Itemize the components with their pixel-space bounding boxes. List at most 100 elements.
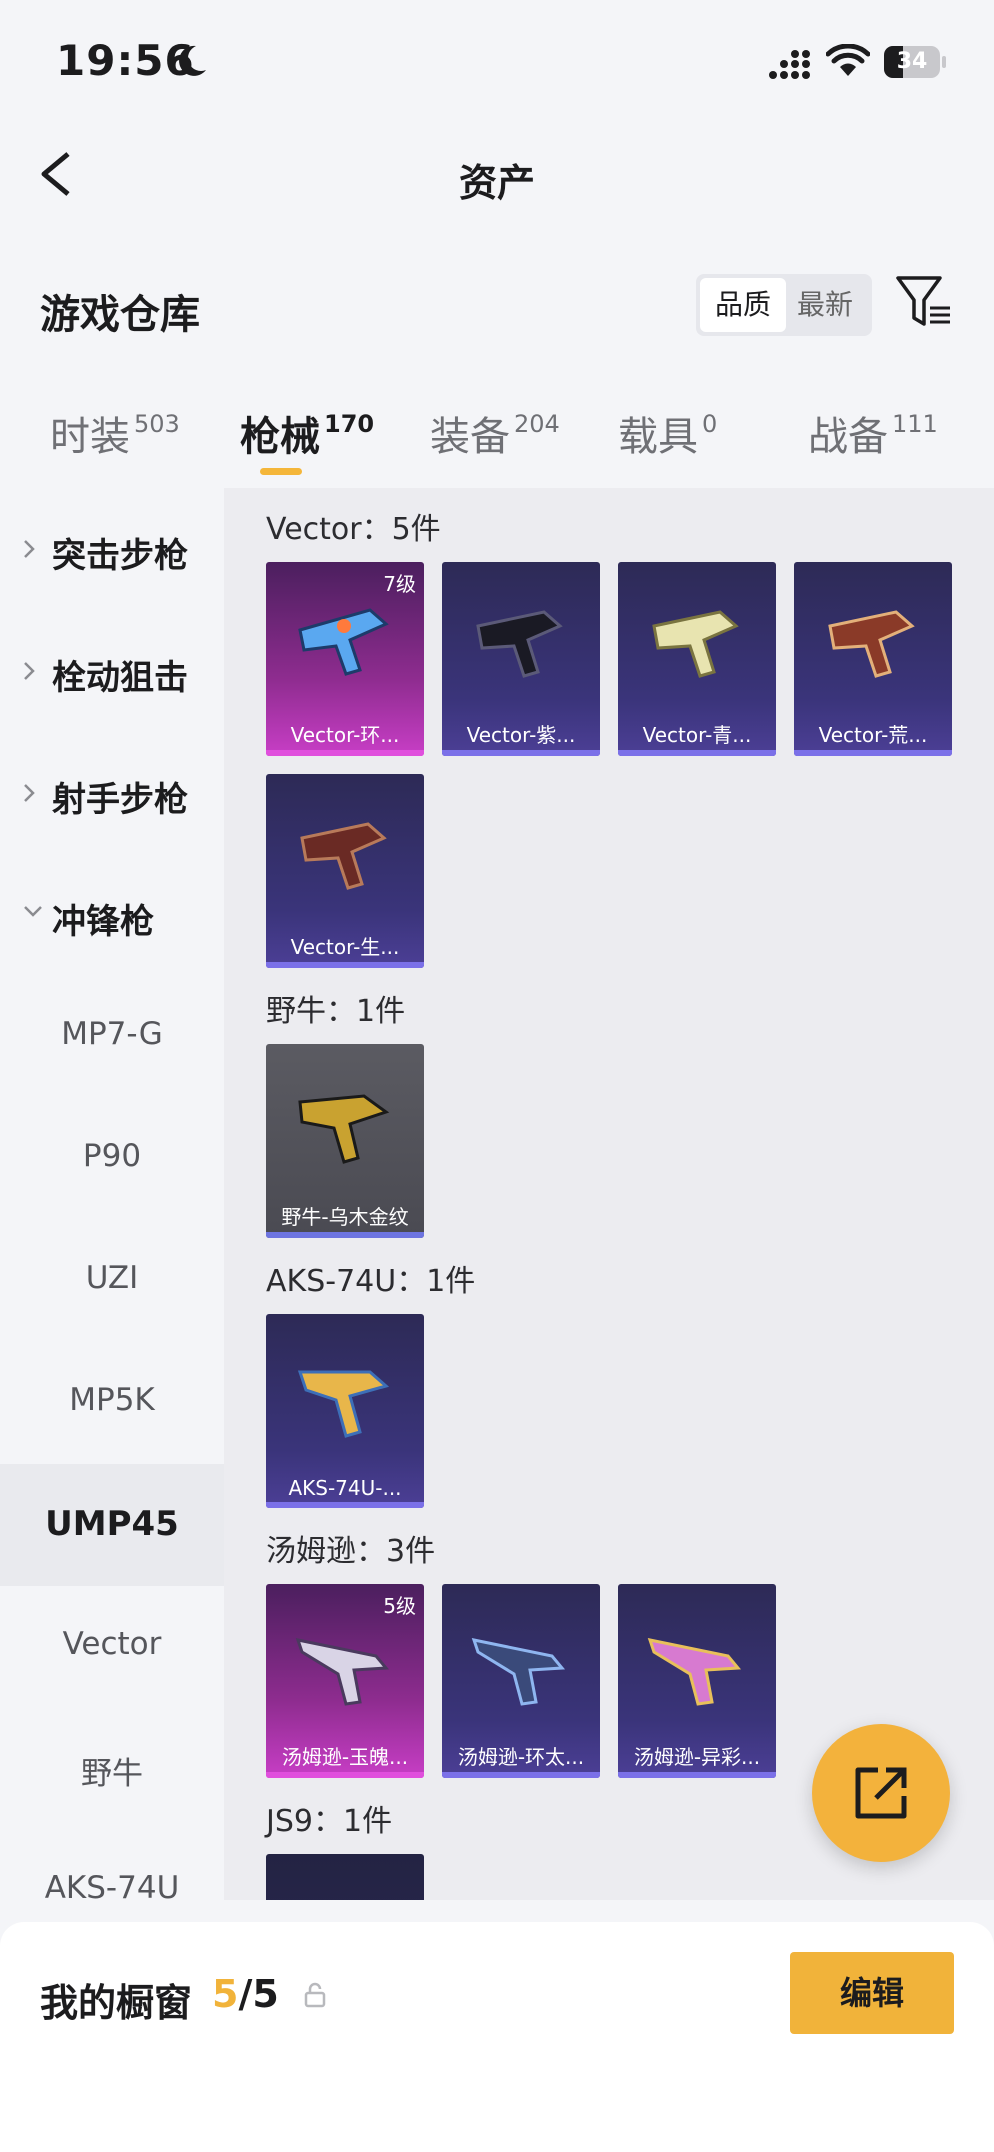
sidebar-subitem-label: MP5K — [69, 1382, 155, 1418]
sidebar-label: 射手步枪 — [52, 780, 188, 820]
lock-icon — [304, 1982, 326, 2008]
sort-option-quality[interactable]: 品质 — [700, 278, 786, 332]
weapon-image — [295, 1638, 390, 1706]
status-bar: 19:56 34 — [0, 0, 994, 120]
battery-cap — [942, 56, 946, 68]
sidebar-subitem-vector[interactable]: Vector — [0, 1586, 224, 1708]
weapon-name: AKS-74U-... — [288, 1476, 402, 1500]
warehouse-title: 游戏仓库 — [40, 292, 200, 338]
weapon-name: 汤姆逊-异彩... — [633, 1745, 761, 1769]
rarity-bar — [266, 750, 424, 756]
chevron-right-icon — [24, 540, 35, 558]
sidebar-item-assault-rifle[interactable]: 突击步枪 — [0, 488, 224, 610]
rarity-bar — [266, 1502, 424, 1508]
nav-bar: 资产 — [0, 130, 994, 220]
weapon-name: Vector-生... — [290, 935, 400, 959]
rarity-bar — [618, 1772, 776, 1778]
sort-segmented-control[interactable]: 品质 最新 — [696, 274, 872, 336]
weapon-card[interactable]: AKS-74U-... — [266, 1314, 424, 1508]
sidebar-label: 冲锋枪 — [52, 902, 154, 942]
tab-label: 枪械 — [240, 414, 320, 460]
tab-fashion[interactable]: 时装 503 — [50, 404, 180, 462]
rarity-bar — [618, 750, 776, 756]
weapon-card[interactable]: 5级 汤姆逊-玉魄... — [266, 1584, 424, 1778]
sidebar-item-bolt-sniper[interactable]: 栓动狙击 — [0, 610, 224, 732]
tab-count: 111 — [892, 410, 938, 438]
warehouse-header: 游戏仓库 品质 最新 — [0, 260, 994, 350]
weapon-card[interactable]: Vector-紫... — [442, 562, 600, 756]
weapon-image — [652, 610, 739, 678]
sidebar-item-marksman-rifle[interactable]: 射手步枪 — [0, 732, 224, 854]
group-title-js9: JS9：1件 — [266, 1804, 393, 1839]
weapon-name: Vector-环... — [290, 723, 400, 747]
sidebar-subitem-label: UMP45 — [45, 1504, 179, 1544]
weapon-name: Vector-荒... — [818, 723, 928, 747]
tab-tactical[interactable]: 战备 111 — [808, 404, 938, 462]
weapon-name: 汤姆逊-环太... — [457, 1745, 585, 1769]
group-title-vector: Vector：5件 — [266, 512, 441, 547]
sidebar-subitem-bison[interactable]: 野牛 — [0, 1708, 224, 1830]
weapon-card[interactable]: 野牛-乌木金纹 — [266, 1044, 424, 1238]
weapon-card[interactable]: Vector-荒... — [794, 562, 952, 756]
showcase-bar: 我的橱窗 5/5 编辑 — [0, 1922, 994, 2152]
tab-count: 503 — [134, 410, 180, 438]
sidebar-subitem-aks74u[interactable]: AKS-74U — [0, 1830, 224, 1900]
sidebar-label: 栓动狙击 — [52, 658, 188, 698]
weapon-card[interactable] — [266, 1854, 424, 1900]
rarity-bar — [442, 1772, 600, 1778]
tab-count: 204 — [514, 410, 560, 438]
weapon-card[interactable]: 汤姆逊-异彩... — [618, 1584, 776, 1778]
weapon-image — [298, 1094, 390, 1164]
weapon-image — [647, 1638, 742, 1706]
weapon-card[interactable]: 7级 Vector-环... — [266, 562, 424, 756]
weapon-image — [297, 1370, 390, 1438]
weapon-image — [476, 610, 563, 678]
tab-count: 170 — [324, 410, 375, 438]
sidebar-subitem-mp7g[interactable]: MP7-G — [0, 976, 224, 1098]
sidebar-subitem-mp5k[interactable]: MP5K — [0, 1342, 224, 1464]
sidebar-subitem-ump45[interactable]: UMP45 — [0, 1464, 224, 1586]
page-title: 资产 — [458, 161, 535, 205]
group-title-thompson: 汤姆逊：3件 — [266, 1534, 436, 1569]
edit-button[interactable]: 编辑 — [790, 1952, 954, 2034]
weapon-card[interactable]: Vector-生... — [266, 774, 424, 968]
sort-option-newest[interactable]: 最新 — [782, 278, 868, 332]
rarity-bar — [794, 750, 952, 756]
battery-level: 34 — [896, 49, 928, 74]
weapon-content-list: Vector：5件 7级 Vector-环... Vector-紫... Vec… — [224, 488, 994, 1900]
sidebar-subitem-label: 野牛 — [81, 1756, 143, 1792]
weapon-card[interactable]: Vector-青... — [618, 562, 776, 756]
weapon-image — [300, 822, 387, 890]
group-title-aks74u: AKS-74U：1件 — [266, 1264, 476, 1299]
sidebar-subitem-label: P90 — [82, 1138, 142, 1174]
sidebar-label: 突击步枪 — [52, 536, 188, 576]
category-tabs: 时装 503 枪械 170 装备 204 载具 0 战备 111 — [0, 390, 994, 480]
sidebar-subitem-uzi[interactable]: UZI — [0, 1220, 224, 1342]
sidebar-subitem-p90[interactable]: P90 — [0, 1098, 224, 1220]
tab-label: 载具 — [618, 414, 698, 460]
moon-icon — [179, 45, 206, 76]
share-button[interactable] — [812, 1724, 950, 1862]
share-external-icon — [855, 1767, 907, 1819]
tab-label: 时装 — [50, 414, 130, 460]
rarity-bar — [266, 1232, 424, 1238]
tab-label: 装备 — [430, 414, 510, 460]
group-title-bison: 野牛：1件 — [266, 994, 406, 1029]
sidebar-subitem-label: Vector — [62, 1626, 162, 1662]
battery-icon: 34 — [884, 46, 940, 78]
weapon-card[interactable]: 汤姆逊-环太... — [442, 1584, 600, 1778]
weapon-name: 汤姆逊-玉魄... — [281, 1745, 409, 1769]
weapon-image — [471, 1638, 566, 1706]
sidebar-item-smg[interactable]: 冲锋枪 — [0, 854, 224, 976]
tab-vehicles[interactable]: 载具 0 — [618, 404, 717, 462]
showcase-total: /5 — [238, 1972, 279, 2016]
tab-firearms[interactable]: 枪械 170 — [240, 404, 374, 462]
tab-equipment[interactable]: 装备 204 — [430, 404, 560, 462]
weapon-name: Vector-青... — [642, 723, 752, 747]
weapon-image — [298, 608, 389, 676]
chevron-down-icon — [24, 906, 42, 917]
filter-icon[interactable] — [894, 272, 954, 332]
rarity-bar — [266, 1772, 424, 1778]
weapon-type-sidebar: 突击步枪 栓动狙击 射手步枪 冲锋枪 MP7-G P90 UZI MP5K UM… — [0, 488, 224, 1900]
active-tab-indicator — [260, 468, 302, 475]
